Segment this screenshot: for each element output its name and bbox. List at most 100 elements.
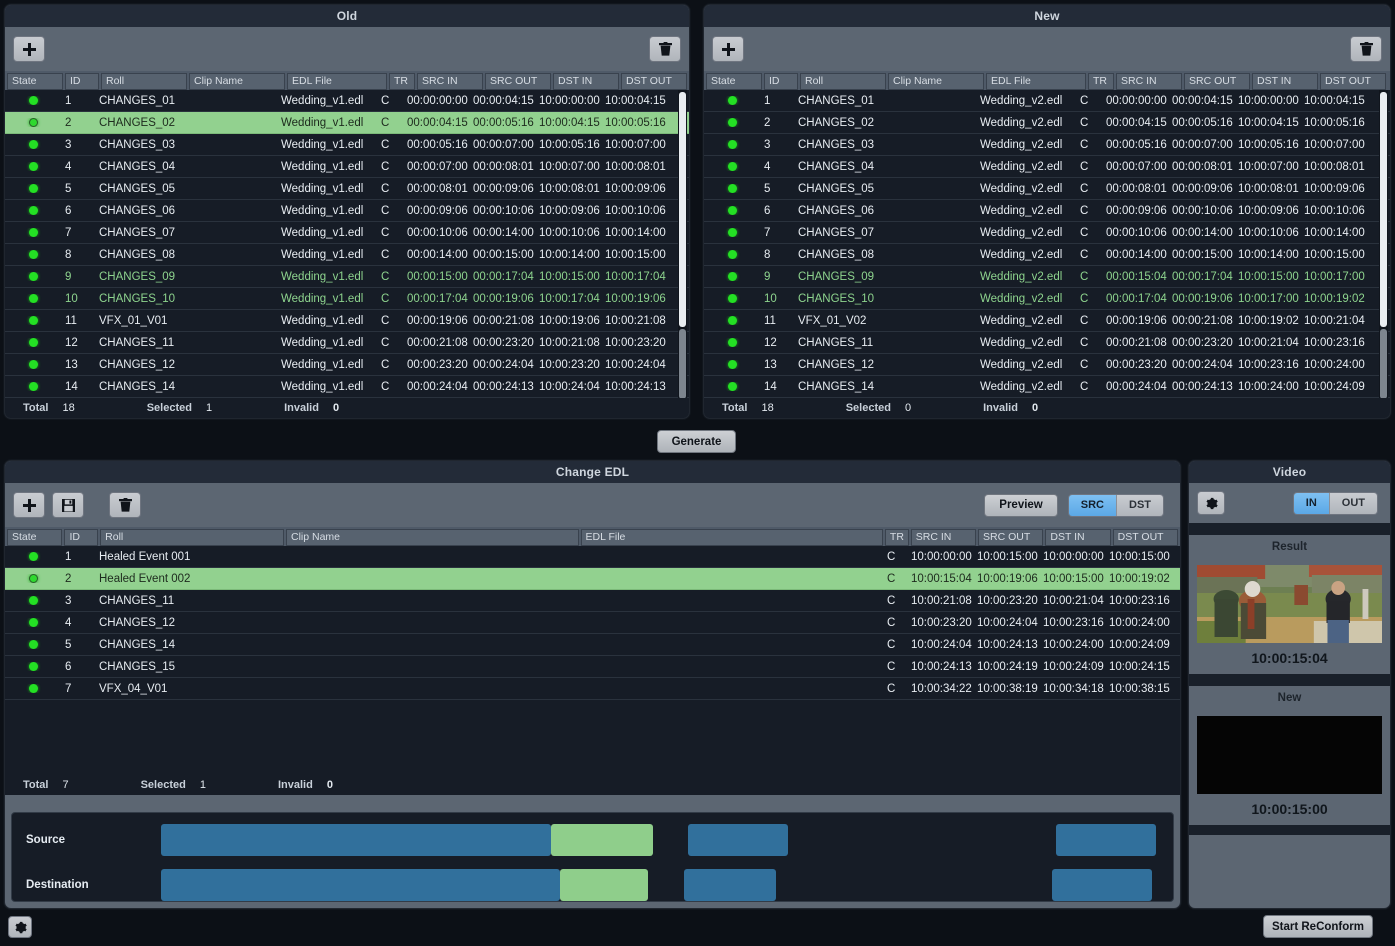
column-header-edl-file[interactable]: EDL File xyxy=(581,529,883,546)
table-row[interactable]: 7VFX_04_V01C10:00:34:2210:00:38:1910:00:… xyxy=(5,678,1180,700)
new-table[interactable]: StateIDRollClip NameEDL FileTRSRC INSRC … xyxy=(704,71,1390,418)
column-header-edl-file[interactable]: EDL File xyxy=(986,73,1086,90)
settings-button[interactable] xyxy=(8,916,32,938)
table-row[interactable]: 2CHANGES_02Wedding_v1.edlC00:00:04:1500:… xyxy=(5,112,689,134)
table-row[interactable]: 13CHANGES_12Wedding_v1.edlC00:00:23:2000… xyxy=(5,354,689,376)
preview-button[interactable]: Preview xyxy=(984,494,1057,517)
column-header-dst-out[interactable]: DST OUT xyxy=(1113,529,1178,546)
column-header-clip-name[interactable]: Clip Name xyxy=(286,529,579,546)
generate-button[interactable]: Generate xyxy=(657,430,736,453)
column-header-id[interactable]: ID xyxy=(64,529,98,546)
table-row[interactable]: 12CHANGES_11Wedding_v2.edlC00:00:21:0800… xyxy=(704,332,1390,354)
timeline[interactable]: Source Destination xyxy=(11,812,1174,902)
new-table-scrollbar[interactable] xyxy=(1379,90,1388,398)
delete-button[interactable] xyxy=(649,36,681,62)
settings-button[interactable] xyxy=(1197,491,1225,515)
column-header-state[interactable]: State xyxy=(706,73,762,90)
column-header-dst-in[interactable]: DST IN xyxy=(1045,529,1110,546)
table-row[interactable]: 4CHANGES_04Wedding_v2.edlC00:00:07:0000:… xyxy=(704,156,1390,178)
timeline-source-segment[interactable] xyxy=(1056,824,1156,856)
table-row[interactable]: 10CHANGES_10Wedding_v2.edlC00:00:17:0400… xyxy=(704,288,1390,310)
timeline-destination-track[interactable] xyxy=(124,869,1163,901)
old-table[interactable]: StateIDRollClip NameEDL FileTRSRC INSRC … xyxy=(5,71,689,418)
column-header-src-in[interactable]: SRC IN xyxy=(417,73,483,90)
table-row[interactable]: 8CHANGES_08Wedding_v1.edlC00:00:14:0000:… xyxy=(5,244,689,266)
video-result-preview[interactable] xyxy=(1197,565,1382,643)
table-row[interactable]: 5CHANGES_05Wedding_v1.edlC00:00:08:0100:… xyxy=(5,178,689,200)
timeline-source-segment[interactable] xyxy=(551,824,653,856)
src-dst-toggle[interactable]: SRC DST xyxy=(1068,494,1164,517)
add-button[interactable] xyxy=(13,36,45,62)
delete-button[interactable] xyxy=(109,492,141,518)
table-row[interactable]: 6CHANGES_06Wedding_v1.edlC00:00:09:0600:… xyxy=(5,200,689,222)
table-row[interactable]: 5CHANGES_05Wedding_v2.edlC00:00:08:0100:… xyxy=(704,178,1390,200)
table-row[interactable]: 14CHANGES_14Wedding_v1.edlC00:00:24:0400… xyxy=(5,376,689,398)
table-row[interactable]: 6CHANGES_15C10:00:24:1310:00:24:1910:00:… xyxy=(5,656,1180,678)
column-header-dst-out[interactable]: DST OUT xyxy=(1320,73,1386,90)
table-row[interactable]: 3CHANGES_03Wedding_v1.edlC00:00:05:1600:… xyxy=(5,134,689,156)
table-row[interactable]: 14CHANGES_14Wedding_v2.edlC00:00:24:0400… xyxy=(704,376,1390,398)
table-row[interactable]: 1Healed Event 001C10:00:00:0010:00:15:00… xyxy=(5,546,1180,568)
column-header-tr[interactable]: TR xyxy=(1088,73,1114,90)
table-row[interactable]: 9CHANGES_09Wedding_v2.edlC00:00:15:0400:… xyxy=(704,266,1390,288)
save-button[interactable] xyxy=(52,492,84,518)
table-row[interactable]: 1CHANGES_01Wedding_v2.edlC00:00:00:0000:… xyxy=(704,90,1390,112)
table-row[interactable]: 8CHANGES_08Wedding_v2.edlC00:00:14:0000:… xyxy=(704,244,1390,266)
table-row[interactable]: 2CHANGES_02Wedding_v2.edlC00:00:04:1500:… xyxy=(704,112,1390,134)
change-edl-table-rows[interactable]: 1Healed Event 001C10:00:00:0010:00:15:00… xyxy=(5,546,1180,700)
table-row[interactable]: 11VFX_01_V01Wedding_v1.edlC00:00:19:0600… xyxy=(5,310,689,332)
timeline-source-segment[interactable] xyxy=(688,824,788,856)
new-table-rows[interactable]: 1CHANGES_01Wedding_v2.edlC00:00:00:0000:… xyxy=(704,90,1390,398)
column-header-clip-name[interactable]: Clip Name xyxy=(888,73,984,90)
column-header-tr[interactable]: TR xyxy=(389,73,415,90)
add-button[interactable] xyxy=(712,36,744,62)
table-row[interactable]: 12CHANGES_11Wedding_v1.edlC00:00:21:0800… xyxy=(5,332,689,354)
timeline-destination-segment[interactable] xyxy=(684,869,776,901)
timeline-source-row[interactable]: Source xyxy=(12,824,1173,856)
column-header-state[interactable]: State xyxy=(7,73,63,90)
timeline-source-segment[interactable] xyxy=(161,824,551,856)
table-row[interactable]: 11VFX_01_V02Wedding_v2.edlC00:00:19:0600… xyxy=(704,310,1390,332)
timeline-destination-segment[interactable] xyxy=(161,869,560,901)
in-out-toggle[interactable]: IN OUT xyxy=(1293,492,1378,515)
toggle-out[interactable]: OUT xyxy=(1329,493,1377,514)
table-row[interactable]: 7CHANGES_07Wedding_v2.edlC00:00:10:0600:… xyxy=(704,222,1390,244)
table-row[interactable]: 5CHANGES_14C10:00:24:0410:00:24:1310:00:… xyxy=(5,634,1180,656)
column-header-id[interactable]: ID xyxy=(65,73,99,90)
table-row[interactable]: 1CHANGES_01Wedding_v1.edlC00:00:00:0000:… xyxy=(5,90,689,112)
column-header-src-in[interactable]: SRC IN xyxy=(911,529,976,546)
change-edl-table[interactable]: StateIDRollClip NameEDL FileTRSRC INSRC … xyxy=(5,527,1180,795)
column-header-edl-file[interactable]: EDL File xyxy=(287,73,387,90)
delete-button[interactable] xyxy=(1350,36,1382,62)
column-header-src-out[interactable]: SRC OUT xyxy=(1184,73,1250,90)
table-row[interactable]: 4CHANGES_12C10:00:23:2010:00:24:0410:00:… xyxy=(5,612,1180,634)
column-header-clip-name[interactable]: Clip Name xyxy=(189,73,285,90)
old-table-scrollbar[interactable] xyxy=(678,90,687,398)
column-header-state[interactable]: State xyxy=(7,529,62,546)
table-row[interactable]: 10CHANGES_10Wedding_v1.edlC00:00:17:0400… xyxy=(5,288,689,310)
add-button[interactable] xyxy=(13,492,45,518)
table-row[interactable]: 4CHANGES_04Wedding_v1.edlC00:00:07:0000:… xyxy=(5,156,689,178)
table-row[interactable]: 3CHANGES_11C10:00:21:0810:00:23:2010:00:… xyxy=(5,590,1180,612)
toggle-in[interactable]: IN xyxy=(1294,493,1329,514)
timeline-destination-row[interactable]: Destination xyxy=(12,869,1173,901)
column-header-roll[interactable]: Roll xyxy=(800,73,886,90)
old-table-rows[interactable]: 1CHANGES_01Wedding_v1.edlC00:00:00:0000:… xyxy=(5,90,689,398)
table-row[interactable]: 2Healed Event 002C10:00:15:0410:00:19:06… xyxy=(5,568,1180,590)
timeline-source-track[interactable] xyxy=(124,824,1163,856)
column-header-roll[interactable]: Roll xyxy=(101,73,187,90)
column-header-id[interactable]: ID xyxy=(764,73,798,90)
video-new-preview[interactable] xyxy=(1197,716,1382,794)
table-row[interactable]: 13CHANGES_12Wedding_v2.edlC00:00:23:2000… xyxy=(704,354,1390,376)
column-header-tr[interactable]: TR xyxy=(885,529,909,546)
table-row[interactable]: 6CHANGES_06Wedding_v2.edlC00:00:09:0600:… xyxy=(704,200,1390,222)
column-header-src-out[interactable]: SRC OUT xyxy=(978,529,1043,546)
column-header-dst-in[interactable]: DST IN xyxy=(553,73,619,90)
toggle-dst[interactable]: DST xyxy=(1116,495,1163,516)
column-header-src-out[interactable]: SRC OUT xyxy=(485,73,551,90)
column-header-roll[interactable]: Roll xyxy=(100,529,284,546)
column-header-dst-out[interactable]: DST OUT xyxy=(621,73,687,90)
start-reconform-button[interactable]: Start ReConform xyxy=(1263,915,1373,938)
timeline-destination-segment[interactable] xyxy=(1052,869,1152,901)
table-row[interactable]: 7CHANGES_07Wedding_v1.edlC00:00:10:0600:… xyxy=(5,222,689,244)
